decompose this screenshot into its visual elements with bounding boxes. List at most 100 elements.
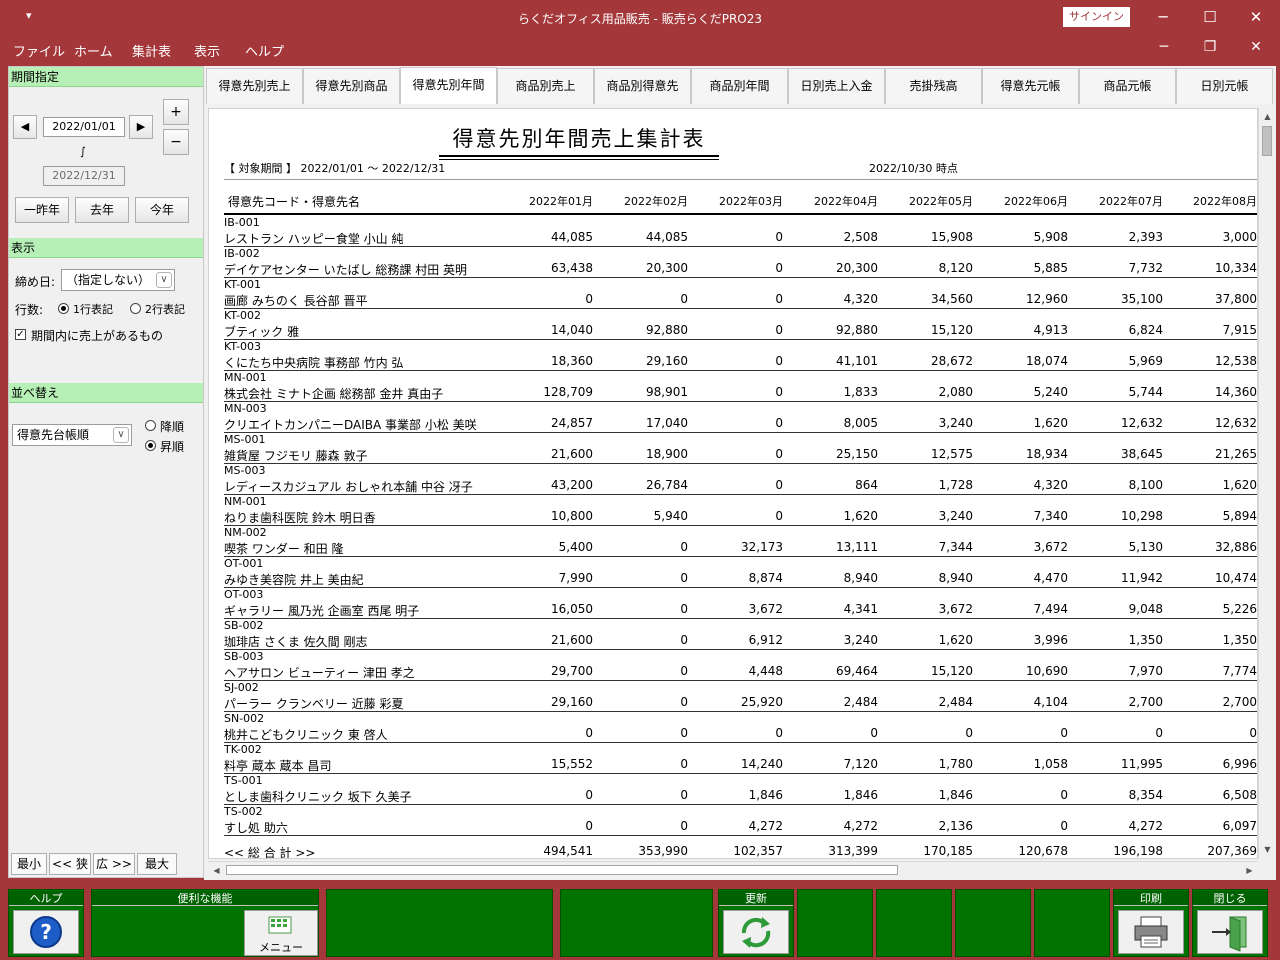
scroll-up-icon[interactable]: ▲ (1260, 109, 1275, 124)
refresh-button[interactable] (723, 910, 789, 954)
menu-bar: ファイル ホーム 集計表 表示 ヘルプ ─ ❐ ✕ (0, 34, 1280, 64)
month-value: 2,393 (1128, 230, 1163, 244)
tab-receivables[interactable]: 売掛残高 (885, 68, 982, 105)
zoom-max-button[interactable]: 最大 (137, 853, 177, 875)
month-value: 3,672 (748, 602, 783, 616)
menu-button-label: メニュー (259, 941, 303, 954)
customer-code: MN-003 (224, 402, 267, 415)
tab-product-yearly[interactable]: 商品別年間 (691, 68, 788, 105)
scroll-right-icon[interactable]: ▶ (1242, 863, 1257, 878)
month-value: 21,265 (1215, 447, 1257, 461)
scroll-down-icon[interactable]: ▼ (1260, 842, 1275, 857)
tab-product-customers[interactable]: 商品別得意先 (594, 68, 691, 105)
next-period-button[interactable]: ▶ (129, 115, 153, 139)
table-row: MS-003 レディースカジュアル おしゃれ本舗 中谷 冴子 43,200 26,78… (224, 464, 1257, 495)
close-label: 閉じる (1193, 891, 1267, 906)
month-value: 8,100 (1128, 478, 1163, 492)
year-before-last-button[interactable]: 一昨年 (15, 197, 69, 223)
vertical-scrollbar[interactable]: ▲ ▼ (1258, 108, 1275, 859)
tab-product-sales[interactable]: 商品別売上 (497, 68, 594, 105)
menu-home[interactable]: ホーム (74, 41, 113, 60)
horizontal-scroll-thumb[interactable] (226, 865, 898, 875)
header-month: 2022年01月 (529, 195, 593, 208)
month-value: 7,990 (558, 571, 593, 585)
tab-customer-products[interactable]: 得意先別商品 (303, 68, 400, 105)
tab-product-ledger[interactable]: 商品元帳 (1079, 68, 1176, 105)
this-year-button[interactable]: 今年 (135, 197, 189, 223)
useful-functions-cell: 便利な機能 メニュー (91, 889, 319, 957)
sort-value: 得意先台帳順 (17, 428, 90, 442)
menu-view[interactable]: 表示 (194, 41, 220, 60)
month-value: 5,130 (1128, 540, 1163, 554)
month-value: 0 (1060, 819, 1068, 833)
close-cell: 閉じる (1192, 889, 1268, 957)
customer-code: OT-001 (224, 557, 264, 570)
maximize-button[interactable]: ☐ (1187, 4, 1233, 30)
rows-1-radio[interactable] (58, 303, 69, 314)
close-window-button[interactable]: ✕ (1233, 4, 1279, 30)
total-row: << 総 合 計 >> 494,541 353,990 102,357 313,399… (224, 844, 1257, 858)
sort-desc-radio[interactable] (145, 420, 156, 431)
header-month: 2022年04月 (814, 195, 878, 208)
horizontal-scrollbar[interactable]: ◀ ▶ (208, 861, 1258, 878)
month-value: 1,846 (843, 788, 878, 802)
print-button[interactable] (1118, 910, 1184, 954)
last-year-button[interactable]: 去年 (75, 197, 129, 223)
tab-daily-sales-receipts[interactable]: 日別売上入金 (788, 68, 885, 105)
report-tabs: 得意先別売上 得意先別商品 得意先別年間 商品別売上 商品別得意先 商品別年間 … (204, 66, 1276, 106)
menu-reports[interactable]: 集計表 (132, 41, 171, 60)
customer-name: 料亭 蔵本 蔵本 昌司 (224, 759, 332, 773)
sales-in-period-checkbox[interactable]: ✓ (15, 329, 26, 340)
month-value: 7,774 (1222, 664, 1257, 678)
plus-button[interactable]: + (163, 99, 189, 125)
print-cell: 印刷 (1113, 889, 1189, 957)
mdi-restore-button[interactable]: ❐ (1190, 39, 1230, 55)
menu-file[interactable]: ファイル (13, 41, 65, 60)
cutoff-select[interactable]: （指定しない） ∨ (61, 269, 175, 291)
customer-code: SB-002 (224, 619, 264, 632)
signin-button[interactable]: サインイン (1063, 7, 1130, 27)
customer-code: TS-001 (224, 774, 263, 787)
customer-name: パーラー クランベリー 近藤 彩夏 (224, 697, 404, 711)
tab-customer-ledger[interactable]: 得意先元帳 (982, 68, 1079, 105)
menu-button[interactable]: メニュー (244, 910, 318, 956)
month-value: 92,880 (836, 323, 878, 337)
report-as-of: 2022/10/30 時点 (869, 162, 958, 175)
zoom-wide-button[interactable]: 広 >> (93, 853, 135, 875)
sort-select[interactable]: 得意先台帳順 ∨ (12, 424, 132, 446)
zoom-min-button[interactable]: 最小 (11, 853, 47, 875)
tab-daily-ledger[interactable]: 日別元帳 (1176, 68, 1273, 105)
help-button[interactable]: ? (13, 910, 79, 954)
close-button[interactable] (1197, 910, 1263, 954)
customer-code: MS-003 (224, 464, 266, 477)
bottom-toolbar: ヘルプ ? 便利な機能 メニュー 更新 印刷 閉じる (0, 884, 1280, 960)
month-value: 5,885 (1033, 261, 1068, 275)
sort-asc-radio[interactable] (145, 440, 156, 451)
rows-2-radio[interactable] (130, 303, 141, 314)
month-value: 5,744 (1128, 385, 1163, 399)
month-value: 3,240 (938, 509, 973, 523)
prev-period-button[interactable]: ◀ (13, 115, 37, 139)
month-value: 41,101 (836, 354, 878, 368)
month-value: 3,000 (1222, 230, 1257, 244)
minus-button[interactable]: − (163, 129, 189, 155)
zoom-narrow-button[interactable]: << 狭 (49, 853, 91, 875)
tab-customer-sales[interactable]: 得意先別売上 (206, 68, 303, 105)
customer-code: KT-002 (224, 309, 262, 322)
month-value: 7,915 (1222, 323, 1257, 337)
table-row: MS-001 雑貨屋 フジモリ 藤森 敦子 21,600 18,900 0 25,150 1… (224, 433, 1257, 464)
tab-customer-yearly[interactable]: 得意先別年間 (400, 67, 497, 106)
month-value: 8,940 (938, 571, 973, 585)
month-value: 10,334 (1215, 261, 1257, 275)
minimize-button[interactable]: ─ (1140, 4, 1186, 30)
start-date-field[interactable]: 2022/01/01 (43, 117, 125, 137)
table-row: OT-001 みゆき美容院 井上 美由紀 7,990 0 8,874 8,940 8,940… (224, 557, 1257, 588)
mdi-close-button[interactable]: ✕ (1236, 39, 1276, 55)
menu-help[interactable]: ヘルプ (245, 41, 284, 60)
month-value: 4,341 (843, 602, 878, 616)
scroll-left-icon[interactable]: ◀ (209, 863, 224, 878)
customer-name: ギャラリー 風乃光 企画室 西尾 明子 (224, 604, 420, 618)
mdi-minimize-button[interactable]: ─ (1144, 39, 1184, 55)
vertical-scroll-thumb[interactable] (1262, 126, 1272, 156)
title-bar: ▾ らくだオフィス用品販売 - 販売らくだPRO23 サインイン ─ ☐ ✕ (0, 0, 1280, 34)
